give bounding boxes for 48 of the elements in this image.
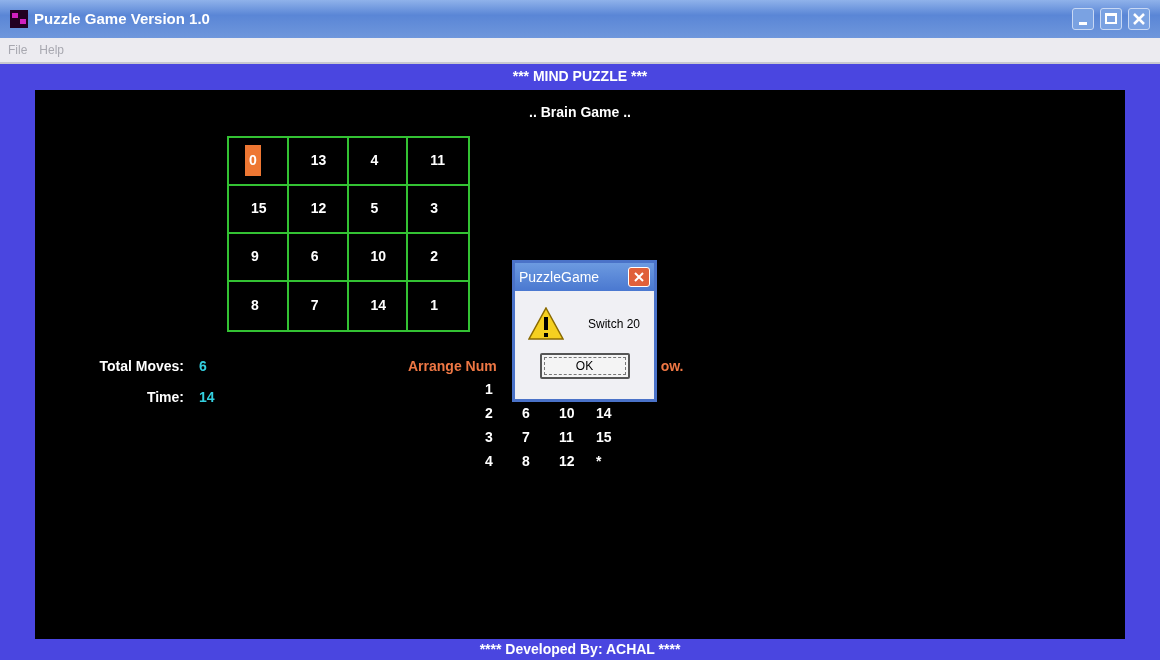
- puzzle-tile[interactable]: 6: [310, 246, 319, 268]
- dialog-title: PuzzleGame: [519, 267, 601, 287]
- puzzle-tile[interactable]: 12: [310, 198, 327, 220]
- ok-button[interactable]: OK: [539, 353, 630, 379]
- order-number: 12: [559, 452, 576, 472]
- puzzle-tile[interactable]: 9: [251, 246, 259, 268]
- maximize-button[interactable]: [1100, 7, 1122, 30]
- hint-text: ow.: [660, 357, 684, 377]
- hint-text: Arrange Num: [408, 357, 497, 377]
- puzzle-tile[interactable]: 5: [370, 198, 379, 220]
- order-number: 8: [522, 452, 531, 472]
- order-number: 14: [596, 404, 613, 424]
- stat-value: 6: [199, 356, 207, 376]
- order-number: 10: [559, 404, 576, 424]
- close-icon: [634, 272, 644, 282]
- window-title: Puzzle Game Version 1.0: [34, 8, 210, 29]
- order-number: 6: [522, 404, 531, 424]
- order-number: 11: [559, 428, 575, 448]
- order-number: *: [596, 452, 603, 472]
- puzzle-tile[interactable]: 11: [430, 150, 446, 172]
- dialog-message: Switch 20: [588, 316, 641, 333]
- warning-icon: [528, 307, 564, 341]
- order-number: 7: [522, 428, 531, 448]
- stat-label: Total Moves:: [98, 356, 184, 376]
- puzzle-tile[interactable]: 3: [430, 198, 439, 220]
- order-number: 3: [485, 428, 494, 448]
- puzzle-tile[interactable]: 1: [430, 295, 439, 317]
- puzzle-tile[interactable]: 7: [310, 295, 319, 317]
- puzzle-tile[interactable]: 8: [251, 295, 259, 317]
- subtitle: .. Brain Game ..: [529, 103, 631, 123]
- stat-label: Time:: [145, 387, 184, 407]
- app-icon: [10, 9, 28, 28]
- order-number: 15: [596, 428, 613, 448]
- order-number: 1: [485, 380, 494, 400]
- puzzle-tile[interactable]: 13: [310, 150, 327, 172]
- close-icon: [1133, 12, 1145, 25]
- puzzle-tile[interactable]: 10: [370, 246, 387, 268]
- puzzle-tile[interactable]: 15: [251, 198, 267, 220]
- footer-credit: **** Developed By: ACHAL ****: [479, 640, 681, 659]
- close-button[interactable]: [1128, 7, 1150, 30]
- order-number: 4: [485, 452, 494, 472]
- minimize-button[interactable]: [1072, 7, 1094, 30]
- stat-value: 14: [199, 387, 215, 407]
- puzzle-tile[interactable]: 14: [370, 295, 387, 317]
- header-title: *** MIND PUZZLE ***: [512, 67, 648, 87]
- puzzle-tile[interactable]: 4: [370, 150, 379, 172]
- order-number: 2: [485, 404, 494, 424]
- puzzle-tile[interactable]: 2: [430, 246, 439, 268]
